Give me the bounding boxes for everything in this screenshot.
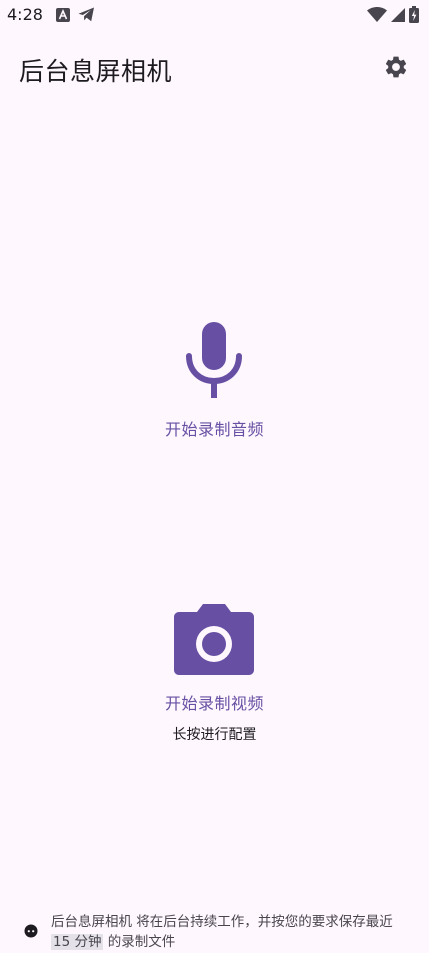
face-icon xyxy=(24,924,38,938)
app-bar: 后台息屏相机 xyxy=(0,44,429,92)
start-audio-record-label: 开始录制音频 xyxy=(164,420,264,439)
microphone-icon xyxy=(186,322,243,398)
font-a-icon xyxy=(56,7,70,22)
footer-text-before: 后台息屏相机 将在后台持续工作，并按您的要求保存最近 xyxy=(51,914,393,930)
video-record-section: 开始录制视频 长按进行配置 xyxy=(0,600,429,744)
page-title: 后台息屏相机 xyxy=(19,57,173,86)
camera-icon xyxy=(174,604,255,675)
footer-text: 后台息屏相机 将在后台持续工作，并按您的要求保存最近 15 分钟 的录制文件 xyxy=(51,912,414,952)
wifi-icon xyxy=(367,6,387,22)
long-press-config-hint: 长按进行配置 xyxy=(172,727,257,743)
status-system-icons xyxy=(367,6,419,23)
footer-text-after: 的录制文件 xyxy=(103,934,176,950)
start-audio-record-button[interactable]: 开始录制音频 xyxy=(165,318,264,440)
footer-duration-highlight: 15 分钟 xyxy=(51,934,104,950)
battery-charging-icon xyxy=(409,6,419,23)
cellular-signal-icon xyxy=(391,8,405,22)
status-notification-icons xyxy=(56,7,95,22)
gear-icon xyxy=(385,56,407,78)
audio-record-section: 开始录制音频 xyxy=(0,318,429,440)
settings-button[interactable] xyxy=(381,52,411,82)
status-bar: 4:28 xyxy=(0,0,429,30)
status-time: 4:28 xyxy=(7,5,43,24)
footer-info: 后台息屏相机 将在后台持续工作，并按您的要求保存最近 15 分钟 的录制文件 xyxy=(24,912,414,952)
start-video-record-label: 开始录制视频 xyxy=(164,694,264,713)
telegram-icon xyxy=(78,7,94,22)
start-video-record-button[interactable]: 开始录制视频 xyxy=(165,600,264,714)
